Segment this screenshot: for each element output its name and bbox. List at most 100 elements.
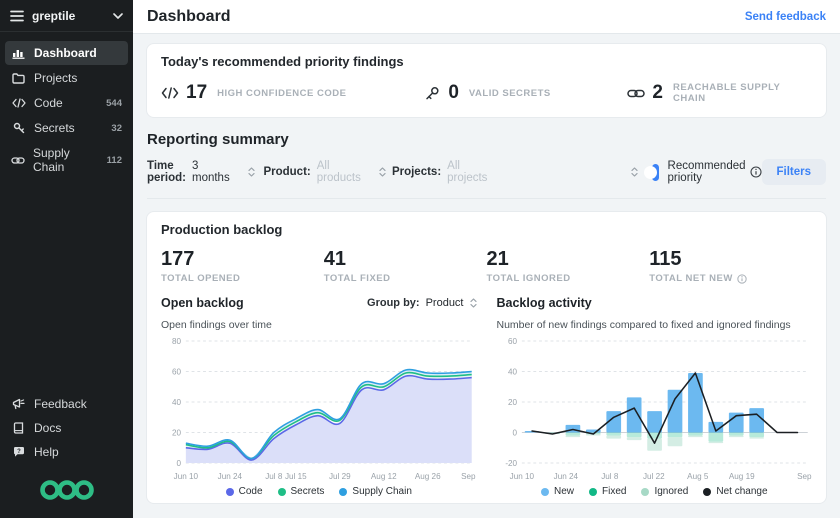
send-feedback-link[interactable]: Send feedback <box>745 11 826 23</box>
sidebar-item-secrets[interactable]: Secrets 32 <box>5 116 128 140</box>
backlog-activity-subtitle: Number of new findings compared to fixed… <box>497 319 813 331</box>
legend-label: Secrets <box>291 486 325 497</box>
legend-dot <box>541 488 549 496</box>
megaphone-icon <box>11 398 26 410</box>
sidebar-item-feedback[interactable]: Feedback <box>5 392 128 416</box>
filter-label: Projects: <box>392 166 441 178</box>
stat-total-net-new: 115 TOTAL NET NEW <box>649 248 812 284</box>
group-by-select[interactable]: Group by: Product <box>367 297 476 309</box>
svg-text:Jul 8: Jul 8 <box>265 471 283 481</box>
svg-text:Aug 12: Aug 12 <box>371 471 397 481</box>
code-icon <box>11 98 26 108</box>
sidebar-item-dashboard[interactable]: Dashboard <box>5 41 128 65</box>
group-by-label: Group by: <box>367 297 420 309</box>
legend-label: Fixed <box>602 486 626 497</box>
sidebar-item-projects[interactable]: Projects <box>5 66 128 90</box>
sidebar-item-label: Feedback <box>34 397 87 411</box>
updown-icon <box>470 298 477 308</box>
sidebar-item-label: Help <box>34 445 59 459</box>
filter-value: All projects <box>447 160 498 184</box>
backlog-activity-title: Backlog activity <box>497 296 592 310</box>
sidebar-item-label: Supply Chain <box>33 146 99 174</box>
filter-label: Product: <box>263 166 310 178</box>
filter-label: Time period: <box>147 160 186 184</box>
svg-text:60: 60 <box>172 366 181 376</box>
greptile-logo <box>5 464 128 518</box>
stat-label: TOTAL IGNORED <box>487 273 571 284</box>
hamburger-menu-icon[interactable] <box>10 10 24 22</box>
toggle-label: Recommended priority <box>668 160 746 184</box>
legend-item: Fixed <box>589 486 626 497</box>
org-switcher[interactable]: greptile <box>0 0 133 32</box>
filter-value: All products <box>317 160 361 184</box>
content: Today's recommended priority findings 17… <box>133 34 840 518</box>
legend-dot <box>278 488 286 496</box>
open-backlog-chart: 020406080Jun 10Jun 24Jul 8Jul 15Jul 29Au… <box>161 333 477 485</box>
sidebar-item-label: Projects <box>34 71 77 85</box>
code-count-badge: 544 <box>106 98 122 109</box>
stat-label: TOTAL NET NEW <box>649 273 733 284</box>
filter-row: Time period: 3 months Product: All produ… <box>147 159 826 185</box>
sidebar-item-docs[interactable]: Docs <box>5 416 128 440</box>
filters-button[interactable]: Filters <box>762 159 827 185</box>
open-backlog-legend: CodeSecretsSupply Chain <box>161 486 477 497</box>
legend-dot <box>589 488 597 496</box>
charts-row: Open backlog Group by: Product Open find… <box>161 292 812 497</box>
svg-text:40: 40 <box>172 397 181 407</box>
legend-dot <box>703 488 711 496</box>
sidebar-item-help[interactable]: ? Help <box>5 440 128 464</box>
projects-select[interactable]: Projects: All projects <box>392 160 638 184</box>
stat-value: 115 <box>649 248 812 271</box>
product-select[interactable]: Product: All products <box>263 160 385 184</box>
time-period-select[interactable]: Time period: 3 months <box>147 160 255 184</box>
dashboard-chart-icon <box>11 47 26 59</box>
stat-label: TOTAL OPENED <box>161 273 240 284</box>
sidebar-footer: Feedback Docs ? Help <box>0 392 133 518</box>
legend-item: Net change <box>703 486 767 497</box>
key-icon <box>11 122 26 134</box>
svg-text:0: 0 <box>177 458 182 468</box>
svg-text:Jun 10: Jun 10 <box>509 471 534 481</box>
stat-value: 17 <box>186 82 207 104</box>
legend-label: Net change <box>716 486 767 497</box>
sidebar: greptile Dashboard Projects Code 544 <box>0 0 133 518</box>
stat-reachable-supply-chain[interactable]: 2 REACHABLE SUPPLY CHAIN <box>627 82 812 104</box>
page-title: Dashboard <box>147 8 231 26</box>
svg-text:20: 20 <box>172 427 181 437</box>
svg-text:Aug 5: Aug 5 <box>687 471 709 481</box>
folder-icon <box>11 73 26 84</box>
chevron-down-icon <box>113 13 123 19</box>
production-backlog-card: Production backlog 177 TOTAL OPENED 41 T… <box>146 211 827 504</box>
svg-text:20: 20 <box>508 397 517 407</box>
stat-label: HIGH CONFIDENCE CODE <box>217 88 346 99</box>
sidebar-item-code[interactable]: Code 544 <box>5 91 128 115</box>
key-icon <box>423 86 441 101</box>
svg-text:-20: -20 <box>505 458 517 468</box>
sidebar-item-label: Secrets <box>34 121 75 135</box>
legend-dot <box>641 488 649 496</box>
svg-text:Jun 10: Jun 10 <box>174 471 199 481</box>
group-by-value: Product <box>426 297 464 309</box>
legend-label: Code <box>239 486 263 497</box>
book-icon <box>11 422 26 434</box>
sidebar-item-supply-chain[interactable]: Supply Chain 112 <box>5 141 128 179</box>
svg-text:0: 0 <box>512 427 517 437</box>
secrets-count-badge: 32 <box>111 123 122 134</box>
help-chat-icon: ? <box>11 446 26 458</box>
svg-text:Jul 22: Jul 22 <box>642 471 664 481</box>
stat-value: 2 <box>652 82 663 104</box>
stat-label: VALID SECRETS <box>469 88 551 99</box>
info-icon[interactable] <box>750 166 762 178</box>
open-backlog-panel: Open backlog Group by: Product Open find… <box>161 292 477 497</box>
info-icon[interactable] <box>737 274 747 284</box>
stat-label: REACHABLE SUPPLY CHAIN <box>673 82 812 104</box>
legend-label: Ignored <box>654 486 688 497</box>
recommended-priority-toggle[interactable] <box>652 164 658 181</box>
reporting-summary-section: Reporting summary Time period: 3 months … <box>147 131 826 199</box>
code-icon <box>161 87 179 99</box>
page-header: Dashboard Send feedback <box>133 0 840 34</box>
stat-valid-secrets[interactable]: 0 VALID SECRETS <box>423 82 627 104</box>
sidebar-item-label: Dashboard <box>34 46 97 60</box>
stat-high-confidence-code[interactable]: 17 HIGH CONFIDENCE CODE <box>161 82 423 104</box>
open-backlog-title: Open backlog <box>161 296 244 310</box>
